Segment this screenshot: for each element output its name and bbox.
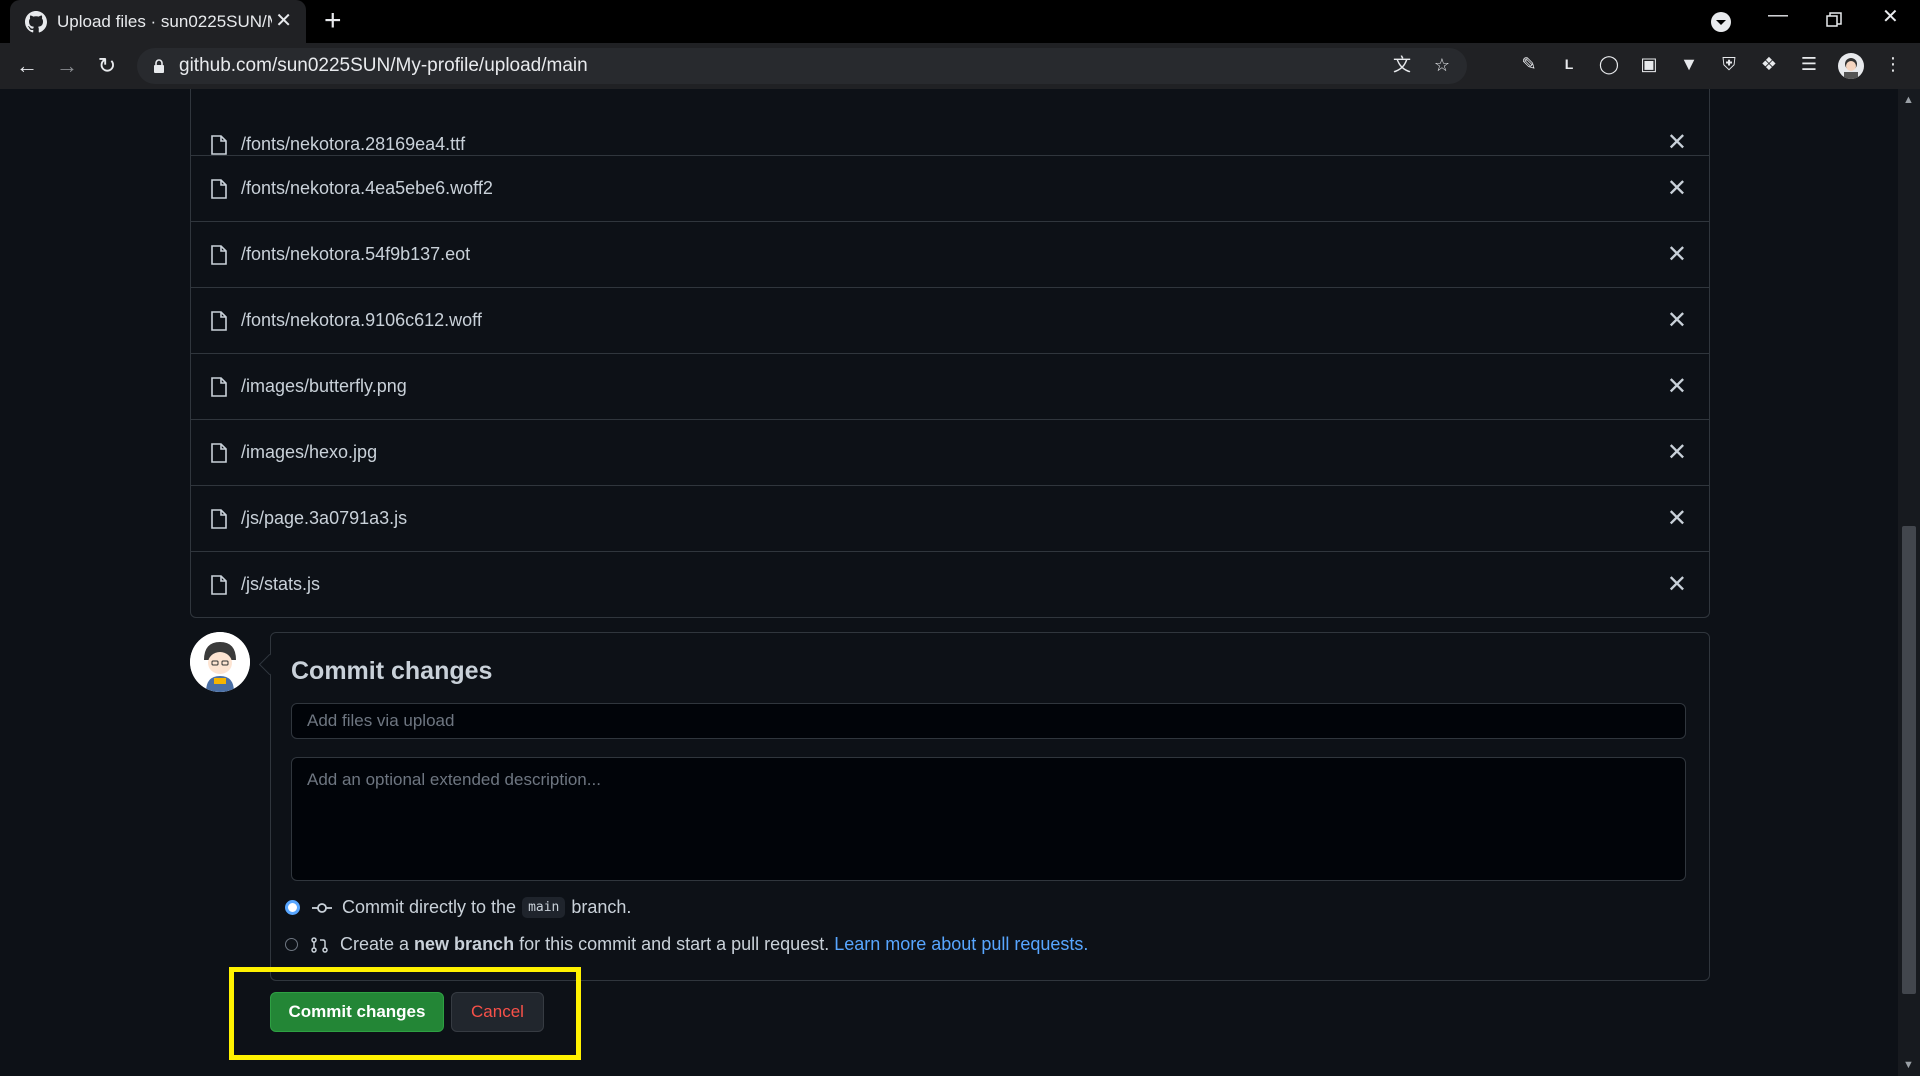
new-branch-radio[interactable] xyxy=(285,938,298,951)
file-icon xyxy=(211,376,227,397)
commit-description-input[interactable] xyxy=(291,757,1686,881)
file-icon xyxy=(211,135,227,155)
remove-file-icon[interactable]: ✕ xyxy=(1667,440,1687,465)
address-bar[interactable]: github.com/sun0225SUN/My-profile/upload/… xyxy=(137,48,1467,84)
shield-extension-icon[interactable]: ⛨ xyxy=(1718,53,1740,75)
git-pull-request-icon xyxy=(311,936,328,953)
back-icon[interactable]: ← xyxy=(12,51,42,81)
file-name: /images/hexo.jpg xyxy=(241,442,378,462)
forward-icon[interactable]: → xyxy=(52,51,82,81)
file-row: /fonts/nekotora.9106c612.woff ✕ xyxy=(191,287,1709,353)
file-icon xyxy=(211,310,227,331)
profile-avatar[interactable] xyxy=(1838,53,1864,79)
remove-file-icon[interactable]: ✕ xyxy=(1667,308,1687,333)
new-branch-bold: new branch xyxy=(414,934,515,954)
file-row: /fonts/nekotora.28169ea4.ttf ✕ xyxy=(191,89,1709,155)
lock-icon xyxy=(154,59,164,73)
translate-icon[interactable]: 文 xyxy=(1391,54,1413,76)
media-queue-icon[interactable]: ☰ xyxy=(1798,53,1820,75)
user-avatar xyxy=(190,632,250,692)
remove-file-icon[interactable]: ✕ xyxy=(1667,242,1687,267)
chevron-down-icon[interactable] xyxy=(1710,11,1732,33)
file-row: /images/hexo.jpg ✕ xyxy=(191,419,1709,485)
file-icon xyxy=(211,508,227,529)
url-text: github.com/sun0225SUN/My-profile/upload/… xyxy=(179,55,588,76)
remove-file-icon[interactable]: ✕ xyxy=(1667,374,1687,399)
file-name: /js/page.3a0791a3.js xyxy=(241,508,408,528)
browser-titlebar: Upload files · sun0225SUN/My-profile ✕ +… xyxy=(0,0,1920,43)
commit-direct-prefix: Commit directly to the xyxy=(342,897,517,917)
scrollbar-thumb[interactable] xyxy=(1902,526,1916,994)
kebab-menu-icon[interactable]: ⋮ xyxy=(1882,53,1904,75)
new-branch-prefix: Create a xyxy=(340,934,410,954)
glasses-extension-icon[interactable]: ◯ xyxy=(1598,53,1620,75)
git-commit-icon xyxy=(312,902,332,913)
file-row: /js/stats.js ✕ xyxy=(191,551,1709,617)
github-icon xyxy=(25,10,47,32)
commit-title: Commit changes xyxy=(291,657,493,685)
v-extension-icon[interactable]: ▼ xyxy=(1678,53,1700,75)
new-branch-option[interactable]: Create a new branch for this commit and … xyxy=(285,934,1088,955)
bookmark-star-icon[interactable]: ☆ xyxy=(1431,54,1453,76)
file-icon xyxy=(211,574,227,595)
file-row: /images/butterfly.png ✕ xyxy=(191,353,1709,419)
scroll-up-icon[interactable]: ▲ xyxy=(1903,94,1914,106)
commit-changes-box: Commit changes Commit directly to the ma… xyxy=(270,632,1710,981)
close-tab-icon[interactable]: ✕ xyxy=(275,9,292,33)
remove-file-icon[interactable]: ✕ xyxy=(1667,572,1687,597)
uploaded-file-list: /fonts/nekotora.28169ea4.ttf ✕/fonts/neko… xyxy=(190,89,1710,618)
file-name: /images/butterfly.png xyxy=(241,376,407,396)
restore-icon[interactable] xyxy=(1826,12,1842,28)
file-icon xyxy=(211,244,227,265)
file-row: /js/page.3a0791a3.js ✕ xyxy=(191,485,1709,551)
file-icon xyxy=(211,178,227,199)
file-row: /fonts/nekotora.54f9b137.eot ✕ xyxy=(191,221,1709,287)
file-row: /fonts/nekotora.4ea5ebe6.woff2 ✕ xyxy=(191,155,1709,221)
page-scrollbar[interactable]: ▲ ▼ xyxy=(1898,89,1920,1076)
commit-direct-option[interactable]: Commit directly to the main branch. xyxy=(285,897,631,918)
learn-more-pull-requests-link[interactable]: Learn more about pull requests. xyxy=(834,934,1088,955)
remove-file-icon[interactable]: ✕ xyxy=(1667,131,1687,155)
file-name: /fonts/nekotora.28169ea4.ttf xyxy=(241,134,466,154)
tab-title: Upload files · sun0225SUN/My-profile xyxy=(57,11,272,31)
remove-file-icon[interactable]: ✕ xyxy=(1667,176,1687,201)
branch-name-chip: main xyxy=(522,897,566,918)
puzzle-extensions-icon[interactable]: ❖ xyxy=(1758,53,1780,75)
l-extension-icon[interactable]: L xyxy=(1558,53,1580,75)
new-tab-button[interactable]: + xyxy=(324,6,342,36)
tampermonkey-extension-icon[interactable]: ▣ xyxy=(1638,53,1660,75)
commit-direct-suffix: branch. xyxy=(571,897,632,917)
pen-extension-icon[interactable]: ✎ xyxy=(1518,53,1540,75)
extensions-bar: ✎ L ◯ ▣ ▼ ⛨ ❖ ☰ ⋮ xyxy=(1518,53,1904,79)
file-name: /fonts/nekotora.54f9b137.eot xyxy=(241,244,471,264)
file-name: /fonts/nekotora.9106c612.woff xyxy=(241,310,482,330)
remove-file-icon[interactable]: ✕ xyxy=(1667,506,1687,531)
annotation-highlight-box xyxy=(229,967,581,1060)
reload-icon[interactable]: ↻ xyxy=(92,51,122,81)
close-window-icon[interactable]: ✕ xyxy=(1882,4,1899,29)
minimize-icon[interactable]: — xyxy=(1768,4,1788,27)
browser-tab[interactable]: Upload files · sun0225SUN/My-profile ✕ xyxy=(10,0,306,43)
page-content: /fonts/nekotora.28169ea4.ttf ✕/fonts/neko… xyxy=(0,89,1898,1076)
commit-direct-radio[interactable] xyxy=(285,900,300,915)
browser-toolbar: ← → ↻ github.com/sun0225SUN/My-profile/u… xyxy=(0,43,1920,89)
commit-summary-input[interactable] xyxy=(291,703,1686,739)
file-name: /js/stats.js xyxy=(241,574,321,594)
file-name: /fonts/nekotora.4ea5ebe6.woff2 xyxy=(241,178,493,198)
file-icon xyxy=(211,442,227,463)
scroll-down-icon[interactable]: ▼ xyxy=(1903,1059,1914,1071)
new-branch-suffix: for this commit and start a pull request… xyxy=(519,934,830,954)
